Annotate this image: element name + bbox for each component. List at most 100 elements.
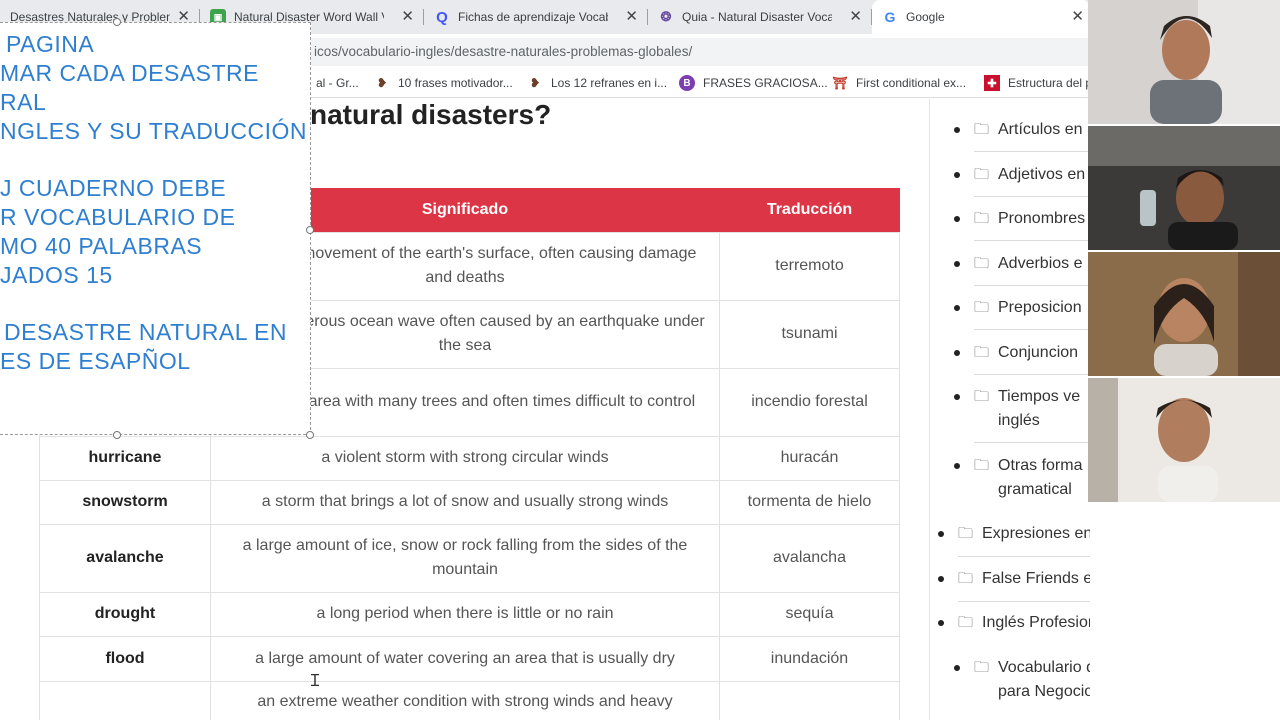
- bookmark-item[interactable]: B FRASES GRACIOSA...: [679, 74, 828, 92]
- column-header-translation: Traducción: [719, 188, 900, 232]
- bullet-icon: [954, 463, 960, 469]
- annotation-line: MAR CADA DESASTRE: [0, 60, 259, 86]
- screen: Desastres Naturales y Problem ✕ ▣ Natura…: [0, 0, 1280, 720]
- resize-handle[interactable]: [306, 226, 314, 234]
- folder-icon: 🗀: [974, 457, 990, 474]
- folder-icon: 🗀: [974, 255, 990, 272]
- sidebar-item-label: False Friends en Inglés: [982, 570, 1090, 587]
- table-row: drought a long period when there is litt…: [39, 591, 900, 637]
- bookmark-item[interactable]: al - Gr...: [316, 74, 359, 92]
- sidebar-item-label: Inglés Profesional: [982, 614, 1090, 631]
- sidebar-item-label: Vocabulario de Inglés: [998, 659, 1090, 676]
- annotation-line: RAL: [0, 89, 47, 115]
- annotation-line: JADOS 15: [0, 262, 113, 288]
- tab-google[interactable]: G Google ✕: [872, 0, 1090, 34]
- word-cell: avalanche: [39, 523, 211, 593]
- sidebar-item-label: Conjuncion: [998, 344, 1079, 361]
- folder-icon: 🗀: [958, 525, 974, 542]
- bookmark-item[interactable]: ✚ Estructura del p: [984, 74, 1092, 92]
- sidebar-item-label: Preposicion: [998, 299, 1082, 316]
- word-cell: snowstorm: [39, 479, 211, 525]
- bullet-icon: [938, 531, 944, 537]
- table-row: flood a large amount of water covering a…: [39, 635, 900, 682]
- bullet-icon: [954, 350, 960, 356]
- quizlet-icon: Q: [436, 8, 448, 26]
- close-icon[interactable]: ✕: [1071, 9, 1084, 25]
- bullet-icon: [954, 216, 960, 222]
- bullet-icon: [938, 576, 944, 582]
- bookmark-item[interactable]: ⛩ First conditional ex...: [832, 74, 966, 92]
- video-tile-4[interactable]: [1088, 378, 1280, 502]
- ear-icon: ❥: [376, 76, 388, 90]
- participant-video: [1088, 378, 1280, 502]
- close-icon[interactable]: ✕: [401, 9, 414, 25]
- translation-cell: tormenta: [719, 680, 900, 720]
- url-field[interactable]: icos/vocabulario-ingles/desastre-natural…: [300, 38, 1090, 66]
- bookmark-label: Estructura del p: [1008, 76, 1093, 90]
- folder-icon: 🗀: [974, 166, 990, 183]
- sidebar-item-label: Otras forma: [998, 457, 1083, 474]
- meaning-cell: a long period when there is little or no…: [210, 591, 720, 637]
- tab-title: Quia - Natural Disaster Vocabu: [682, 10, 832, 24]
- google-icon: G: [884, 9, 896, 25]
- divider: [958, 601, 1090, 602]
- translation-cell: inundación: [719, 635, 900, 682]
- folder-icon: 🗀: [958, 570, 974, 587]
- bookmark-item[interactable]: ❥ Los 12 refranes en i...: [527, 74, 667, 92]
- participant-video: [1088, 0, 1280, 124]
- resize-handle[interactable]: [113, 431, 121, 439]
- word-cell: flood: [39, 635, 211, 682]
- translation-cell: huracán: [719, 435, 900, 481]
- tab-quia[interactable]: ❂ Quia - Natural Disaster Vocabu ✕: [648, 0, 870, 34]
- bookmark-label: FRASES GRACIOSA...: [703, 76, 828, 90]
- meaning-cell: a large amount of ice, snow or rock fall…: [210, 523, 720, 593]
- page-heading: natural disasters?: [310, 99, 552, 130]
- close-icon[interactable]: ✕: [849, 9, 862, 25]
- bullet-icon: [954, 665, 960, 671]
- b-icon: B: [679, 75, 695, 91]
- resize-handle[interactable]: [113, 18, 121, 26]
- meaning-cell: a storm that brings a lot of snow and us…: [210, 479, 720, 525]
- bullet-icon: [954, 261, 960, 267]
- folder-icon: 🗀: [974, 299, 990, 316]
- ear-icon: ❥: [529, 76, 541, 90]
- annotation-line: J CUADERNO DEBE: [0, 175, 227, 201]
- video-tile-3[interactable]: [1088, 252, 1280, 376]
- translation-cell: tsunami: [719, 299, 900, 369]
- flag-icon: ✚: [984, 75, 1000, 91]
- bookmark-label: First conditional ex...: [856, 76, 967, 90]
- divider: [974, 151, 1090, 152]
- folder-icon: 🗀: [974, 388, 990, 405]
- annotation-text-box[interactable]: PAGINA MAR CADA DESASTRE RAL NGLES Y SU …: [0, 22, 311, 435]
- tab-title: Fichas de aprendizaje Vocabul: [458, 10, 608, 24]
- tab-title: Google: [906, 10, 945, 24]
- resize-handle[interactable]: [306, 431, 314, 439]
- bookmark-item[interactable]: ❥ 10 frases motivador...: [374, 74, 513, 92]
- bullet-icon: [954, 394, 960, 400]
- video-tile-2[interactable]: [1088, 126, 1280, 250]
- sidebar-item-label-line2: inglés: [998, 412, 1040, 429]
- video-tile-1[interactable]: [1088, 0, 1280, 124]
- annotation-line: ES DE ESAPÑOL: [0, 348, 191, 374]
- temple-icon: ⛩: [832, 76, 848, 90]
- sidebar-item-label: Adverbios e: [998, 255, 1083, 272]
- divider: [958, 556, 1090, 557]
- bookmark-label: Los 12 refranes en i...: [551, 76, 668, 90]
- annotation-line: MO 40 PALABRAS: [0, 233, 203, 259]
- divider: [974, 285, 1090, 286]
- table-row: avalanche a large amount of ice, snow or…: [39, 523, 900, 593]
- translation-cell: sequía: [719, 591, 900, 637]
- sidebar-item-label-line2: gramatical: [998, 481, 1072, 498]
- table-row: hurricane a violent storm with strong ci…: [39, 435, 900, 481]
- bullet-icon: [954, 305, 960, 311]
- divider: [974, 240, 1090, 241]
- sidebar-menu: 🗀 Artículos en 🗀 Adjetivos en 🗀 Pronombr…: [929, 99, 1090, 720]
- participant-video: [1088, 126, 1280, 250]
- close-icon[interactable]: ✕: [625, 9, 638, 25]
- sidebar-item-label-line2: para Negocios: [998, 683, 1090, 700]
- bullet-icon: [954, 127, 960, 133]
- tab-quizlet[interactable]: Q Fichas de aprendizaje Vocabul ✕: [424, 0, 646, 34]
- sidebar-item-label: Artículos en: [998, 121, 1083, 138]
- annotation-line: R VOCABULARIO DE: [0, 204, 236, 230]
- meaning-cell: an extreme weather condition with strong…: [210, 680, 720, 720]
